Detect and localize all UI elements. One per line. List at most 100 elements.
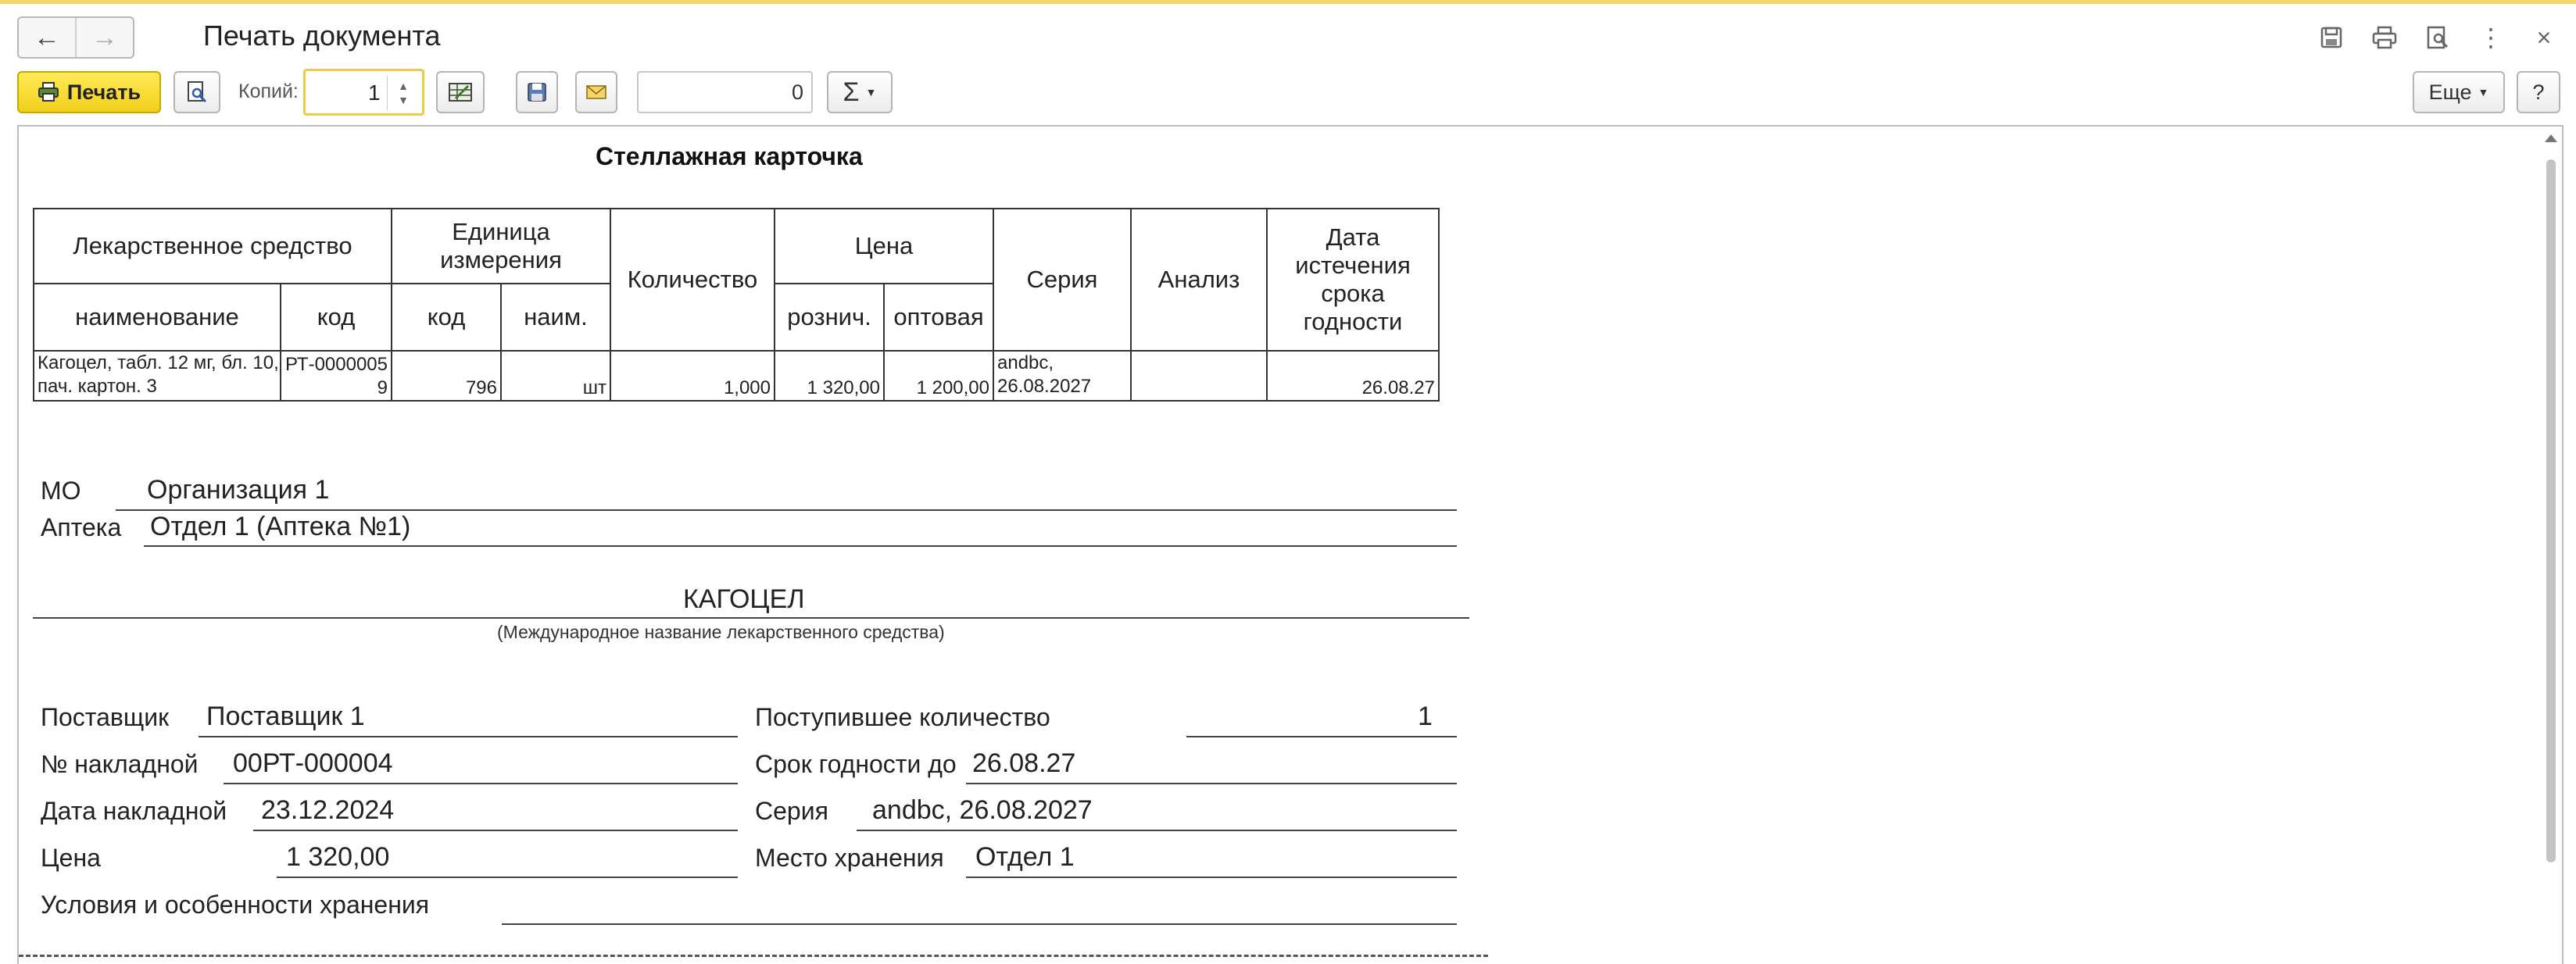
- window-header: ← → Печать документа ⋮ ×: [0, 4, 2576, 66]
- mo-underline: [116, 509, 1457, 511]
- mo-value: Организация 1: [147, 475, 330, 505]
- copies-field[interactable]: 1 ▲ ▼: [303, 69, 424, 116]
- invoice-number-label: № накладной: [41, 750, 199, 778]
- cell-name: Кагоцел, табл. 12 мг, бл. 10, пач. карто…: [33, 350, 281, 402]
- header-unit-code: код: [391, 283, 502, 352]
- pharmacy-label: Аптека: [41, 513, 122, 541]
- back-button[interactable]: ←: [19, 18, 75, 57]
- header-analysis: Анализ: [1130, 208, 1268, 352]
- series-value: andbc, 26.08.2027: [872, 795, 1093, 825]
- save-icon[interactable]: [2315, 21, 2348, 54]
- sum-menu-button[interactable]: Σ ▼: [827, 71, 893, 113]
- document-area[interactable]: Стеллажная карточка Лекарственное средст…: [17, 125, 2563, 964]
- series-underline: [857, 830, 1457, 831]
- floppy-icon: [528, 83, 546, 102]
- header-code: код: [280, 283, 392, 352]
- drug-table: Лекарственное средство Единица измерения…: [33, 208, 1440, 402]
- cell-expiry: 26.08.27: [1266, 350, 1440, 402]
- received-quantity-value: 1: [1418, 702, 1433, 731]
- cell-unit-name: шт: [500, 350, 611, 402]
- copies-stepper[interactable]: ▲ ▼: [387, 76, 419, 110]
- more-vertical-icon[interactable]: ⋮: [2474, 21, 2507, 54]
- price-value: 1 320,00: [286, 842, 390, 872]
- storage-conditions-label: Условия и особенности хранения: [41, 891, 430, 919]
- edit-table-icon: [449, 83, 472, 102]
- received-quantity-underline: [1186, 736, 1457, 737]
- stepper-up-icon[interactable]: ▲: [398, 79, 409, 93]
- storage-place-value: Отдел 1: [975, 842, 1075, 872]
- sum-field[interactable]: 0: [637, 71, 813, 113]
- expiry-value: 26.08.27: [972, 748, 1076, 778]
- save-button[interactable]: [516, 71, 558, 113]
- cell-analysis: [1130, 350, 1268, 402]
- header-unit: Единица измерения: [391, 208, 611, 284]
- copies-label: Копий:: [238, 80, 299, 102]
- expiry-underline: [966, 783, 1457, 784]
- supplier-value: Поставщик 1: [206, 702, 365, 731]
- invoice-number-value: 00РТ-000004: [233, 748, 393, 778]
- storage-conditions-underline: [502, 923, 1457, 925]
- edit-mode-button[interactable]: [436, 71, 485, 113]
- received-quantity-label: Поступившее количество: [755, 703, 1050, 731]
- cell-unit-code: 796: [391, 350, 502, 402]
- close-icon[interactable]: ×: [2528, 21, 2560, 54]
- scroll-up-icon[interactable]: [2545, 134, 2557, 142]
- sigma-icon: Σ: [843, 77, 860, 107]
- scrollbar-thumb[interactable]: [2546, 159, 2556, 862]
- envelope-icon: [586, 85, 606, 99]
- print-button[interactable]: Печать: [17, 71, 161, 113]
- header-retail: рознич.: [774, 283, 885, 352]
- forward-button[interactable]: →: [75, 18, 133, 57]
- print-button-label: Печать: [66, 80, 141, 104]
- stepper-down-icon[interactable]: ▼: [398, 93, 409, 107]
- intl-name-underline: [33, 617, 1469, 619]
- more-menu-label: Еще: [2428, 80, 2472, 104]
- invoice-number-underline: [224, 783, 738, 784]
- intl-name: КАГОЦЕЛ: [683, 584, 805, 614]
- intl-name-caption: (Международное название лекарственного с…: [497, 622, 945, 642]
- vertical-scrollbar[interactable]: [2543, 134, 2559, 964]
- cell-quantity: 1,000: [610, 350, 775, 402]
- dropdown-arrow-icon: ▼: [865, 86, 877, 98]
- cell-series: andbc, 26.08.2027: [993, 350, 1132, 402]
- preview-icon[interactable]: [2421, 21, 2454, 54]
- header-expiry: Дата истечения срока годности: [1266, 208, 1440, 352]
- cell-code: РТ-00000059: [280, 350, 392, 402]
- copies-value: 1: [368, 80, 381, 105]
- more-menu-button[interactable]: Еще ▼: [2413, 71, 2505, 113]
- back-arrow-icon: ←: [34, 22, 60, 52]
- cell-wholesale: 1 200,00: [883, 350, 994, 402]
- storage-place-label: Место хранения: [755, 844, 944, 872]
- navigation-group: ← →: [17, 16, 134, 59]
- printer-icon: [38, 82, 59, 102]
- header-wholesale: оптовая: [883, 283, 994, 352]
- page-preview-button[interactable]: [174, 71, 220, 113]
- help-button[interactable]: ?: [2517, 71, 2560, 113]
- invoice-date-label: Дата накладной: [41, 797, 227, 825]
- window-actions: ⋮ ×: [2315, 21, 2560, 54]
- expiry-label: Срок годности до: [755, 750, 957, 778]
- window-title: Печать документа: [203, 20, 441, 52]
- storage-place-underline: [966, 877, 1457, 878]
- header-price: Цена: [774, 208, 994, 284]
- toolbar: Печать Копий: 1 ▲ ▼ 0 Σ ▼ Еще ▼ ?: [0, 66, 2576, 118]
- table-row: Кагоцел, табл. 12 мг, бл. 10, пач. карто…: [33, 350, 1440, 402]
- forward-arrow-icon: →: [91, 22, 118, 52]
- pharmacy-value: Отдел 1 (Аптека №1): [150, 512, 411, 541]
- price-label: Цена: [41, 844, 101, 872]
- dropdown-arrow-icon: ▼: [2478, 86, 2489, 98]
- send-email-button[interactable]: [575, 71, 617, 113]
- document-title: Стеллажная карточка: [596, 142, 863, 170]
- supplier-underline: [199, 736, 738, 737]
- header-drug: Лекарственное средство: [33, 208, 392, 284]
- header-unit-name: наим.: [500, 283, 611, 352]
- supplier-label: Поставщик: [41, 703, 170, 731]
- shelf-card-document: Стеллажная карточка Лекарственное средст…: [19, 127, 1488, 964]
- page-magnifier-icon: [188, 81, 207, 103]
- price-underline: [277, 877, 738, 878]
- print-icon[interactable]: [2368, 21, 2401, 54]
- cell-retail: 1 320,00: [774, 350, 885, 402]
- invoice-date-underline: [253, 830, 738, 831]
- page-cut-line: [19, 955, 1488, 957]
- series-label: Серия: [755, 797, 828, 825]
